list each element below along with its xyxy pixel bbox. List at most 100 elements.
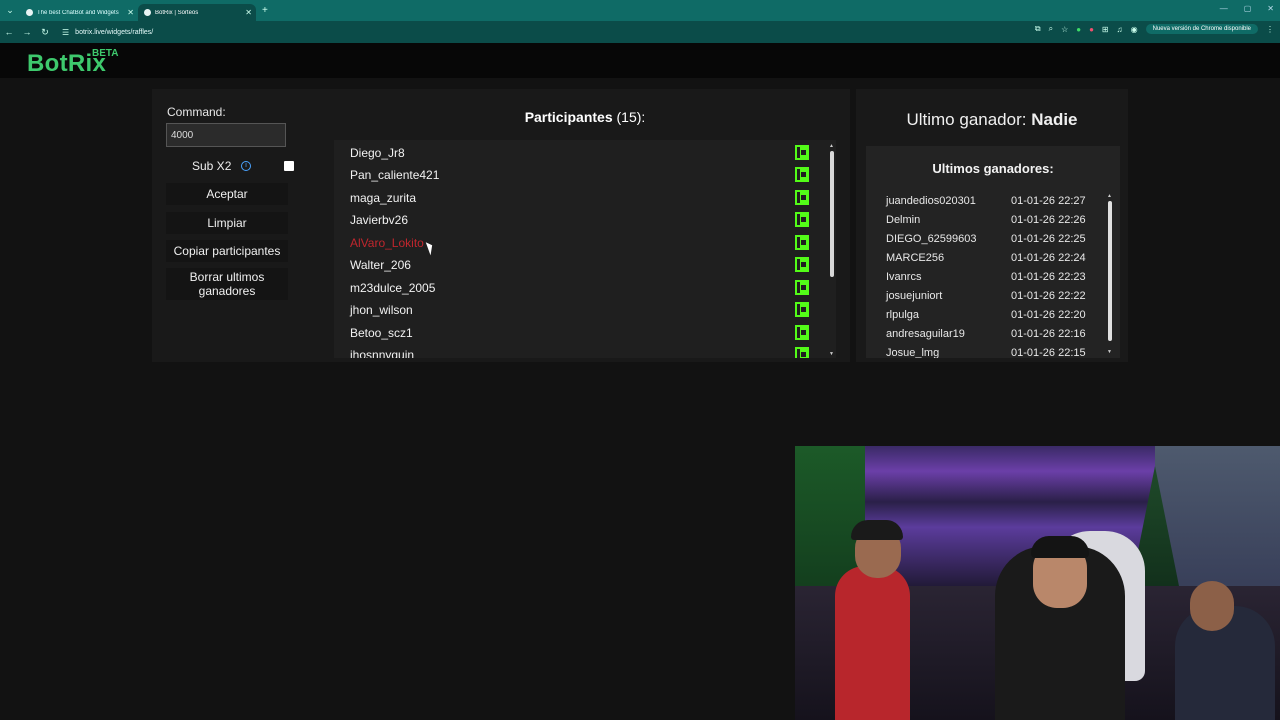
close-window-icon[interactable]: ✕ bbox=[1267, 4, 1274, 13]
new-tab-icon[interactable]: + bbox=[262, 5, 268, 16]
kick-platform-icon bbox=[795, 257, 809, 272]
last-winner-label: Ultimo ganador: bbox=[906, 110, 1027, 129]
maximize-icon[interactable]: ▢ bbox=[1244, 4, 1252, 13]
participant-name: Pan_caliente421 bbox=[350, 168, 440, 182]
participant-row[interactable]: Betoo_scz1 bbox=[334, 321, 824, 343]
browser-tab-2[interactable]: BotRix | Sorteos ✕ bbox=[138, 4, 256, 21]
reload-icon[interactable]: ↻ bbox=[36, 27, 54, 38]
info-icon[interactable]: i bbox=[241, 161, 251, 171]
browser-tab-1[interactable]: The best ChatBot and Widgets ✕ bbox=[20, 4, 138, 21]
participant-row[interactable]: Walter_206 bbox=[334, 253, 824, 275]
scroll-down-icon[interactable]: ▼ bbox=[1107, 349, 1112, 355]
winner-row: Josue_lmg 01-01-26 22:15 bbox=[866, 344, 1106, 358]
scroll-up-icon[interactable]: ▲ bbox=[1107, 193, 1112, 199]
participants-scrollbar[interactable]: ▲ ▼ bbox=[829, 143, 836, 357]
kick-platform-icon bbox=[795, 347, 809, 358]
participant-name: maga_zurita bbox=[350, 191, 417, 205]
participant-name: Javierbv26 bbox=[350, 213, 409, 227]
kick-platform-icon bbox=[795, 325, 809, 340]
sub-x2-checkbox[interactable] bbox=[284, 161, 294, 171]
command-label: Command: bbox=[167, 105, 226, 119]
winner-date: 01-01-26 22:16 bbox=[1011, 328, 1086, 340]
profile-avatar-icon[interactable]: ◉ bbox=[1131, 25, 1138, 34]
winner-row: DIEGO_62599603 01-01-26 22:25 bbox=[866, 230, 1106, 249]
winners-scrollbar[interactable]: ▲ ▼ bbox=[1107, 193, 1114, 355]
winner-name: josuejuniort bbox=[886, 290, 943, 302]
webcam-streamer-hair bbox=[1031, 536, 1089, 558]
winner-row: Ivanrcs 01-01-26 22:23 bbox=[866, 268, 1106, 287]
webcam-person-cap bbox=[851, 520, 903, 540]
site-info-icon[interactable]: ☰ bbox=[62, 28, 69, 37]
winner-row: MARCE256 01-01-26 22:24 bbox=[866, 249, 1106, 268]
webcam-person-red-shirt bbox=[835, 566, 910, 720]
winner-row: juandedios020301 01-01-26 22:27 bbox=[866, 192, 1106, 211]
kick-platform-icon bbox=[795, 280, 809, 295]
tab-search-icon[interactable]: ⌄ bbox=[0, 0, 20, 21]
scroll-up-icon[interactable]: ▲ bbox=[829, 143, 834, 149]
winner-date: 01-01-26 22:27 bbox=[1011, 195, 1086, 207]
participant-row[interactable]: Diego_Jr8 bbox=[334, 141, 824, 163]
tab-favicon-icon bbox=[26, 9, 33, 16]
extension-red-icon[interactable]: ● bbox=[1089, 25, 1094, 34]
media-icon[interactable]: ♫ bbox=[1117, 25, 1123, 34]
tab-title: BotRix | Sorteos bbox=[155, 9, 199, 16]
kick-platform-icon bbox=[795, 302, 809, 317]
scrollbar-thumb[interactable] bbox=[1108, 201, 1112, 341]
borrar-ultimos-ganadores-button[interactable]: Borrar ultimos ganadores bbox=[166, 268, 288, 300]
participant-row[interactable]: m23dulce_2005 bbox=[334, 276, 824, 298]
winner-date: 01-01-26 22:15 bbox=[1011, 347, 1086, 358]
zoom-icon[interactable]: ⌕ bbox=[1049, 24, 1053, 34]
winner-date: 01-01-26 22:22 bbox=[1011, 290, 1086, 302]
winner-date: 01-01-26 22:24 bbox=[1011, 252, 1086, 264]
command-input[interactable] bbox=[166, 123, 286, 147]
url-field[interactable]: botrix.live/widgets/raffles/ bbox=[75, 29, 153, 36]
translate-icon[interactable]: ⧉ bbox=[1035, 24, 1041, 34]
limpiar-button[interactable]: Limpiar bbox=[166, 212, 288, 234]
browser-menu-icon[interactable]: ⋮ bbox=[1266, 25, 1274, 34]
tab-close-icon[interactable]: ✕ bbox=[127, 8, 134, 17]
window-controls: — ▢ ✕ bbox=[1220, 4, 1274, 13]
aceptar-button[interactable]: Aceptar bbox=[166, 183, 288, 205]
winner-row: Delmin 01-01-26 22:26 bbox=[866, 211, 1106, 230]
chrome-update-button[interactable]: Nueva versión de Chrome disponible bbox=[1145, 24, 1258, 34]
kick-platform-icon bbox=[795, 167, 809, 182]
browser-toolbar: ⧉ ⌕ ☆ ● ● ⊞ ♫ ◉ Nueva versión de Chrome … bbox=[1035, 24, 1274, 34]
participant-row[interactable]: Javierbv26 bbox=[334, 208, 824, 230]
winner-name: DIEGO_62599603 bbox=[886, 233, 977, 245]
participant-row[interactable]: jhon_wilson bbox=[334, 298, 824, 320]
participants-title-text: Participantes bbox=[524, 109, 613, 125]
winner-date: 01-01-26 22:23 bbox=[1011, 271, 1086, 283]
participant-row[interactable]: jhosnnyquin bbox=[334, 343, 824, 358]
tab-close-icon[interactable]: ✕ bbox=[245, 8, 252, 17]
participant-row-hovered[interactable]: AlVaro_Lokito bbox=[334, 231, 824, 253]
copiar-participantes-button[interactable]: Copiar participantes bbox=[166, 240, 288, 262]
kick-platform-icon bbox=[795, 145, 809, 160]
participant-name: AlVaro_Lokito bbox=[350, 236, 424, 250]
winner-date: 01-01-26 22:20 bbox=[1011, 309, 1086, 321]
winner-name: rlpulga bbox=[886, 309, 920, 321]
winner-row: josuejuniort 01-01-26 22:22 bbox=[866, 287, 1106, 306]
winner-row: rlpulga 01-01-26 22:20 bbox=[866, 306, 1106, 325]
participant-row[interactable]: maga_zurita bbox=[334, 186, 824, 208]
winner-date: 01-01-26 22:26 bbox=[1011, 214, 1086, 226]
scrollbar-thumb[interactable] bbox=[830, 151, 834, 277]
last-winners-list[interactable]: Ultimos ganadores: juandedios020301 01-0… bbox=[866, 146, 1120, 358]
last-winner-name: Nadie bbox=[1031, 110, 1078, 129]
extension-green-icon[interactable]: ● bbox=[1076, 25, 1081, 34]
participants-list[interactable]: Diego_Jr8 Pan_caliente421 maga_zurita Ja… bbox=[334, 140, 836, 358]
scroll-down-icon[interactable]: ▼ bbox=[829, 351, 834, 357]
back-icon[interactable]: ← bbox=[0, 27, 18, 37]
participant-name: Diego_Jr8 bbox=[350, 146, 405, 160]
winner-name: MARCE256 bbox=[886, 252, 945, 264]
beta-badge: BETA bbox=[92, 48, 119, 59]
webcam-person-right-head bbox=[1190, 581, 1234, 631]
address-bar: ← → ↻ ☰ botrix.live/widgets/raffles/ ⧉ ⌕… bbox=[0, 21, 1280, 43]
bookmark-star-icon[interactable]: ☆ bbox=[1061, 25, 1068, 34]
extensions-puzzle-icon[interactable]: ⊞ bbox=[1102, 25, 1109, 34]
streamer-webcam-overlay bbox=[795, 446, 1280, 720]
participant-row[interactable]: Pan_caliente421 bbox=[334, 163, 824, 185]
forward-icon[interactable]: → bbox=[18, 27, 36, 37]
minimize-icon[interactable]: — bbox=[1220, 4, 1228, 13]
app-header: BotRix BETA bbox=[0, 43, 1280, 78]
winner-row: andresaguilar19 01-01-26 22:16 bbox=[866, 325, 1106, 344]
